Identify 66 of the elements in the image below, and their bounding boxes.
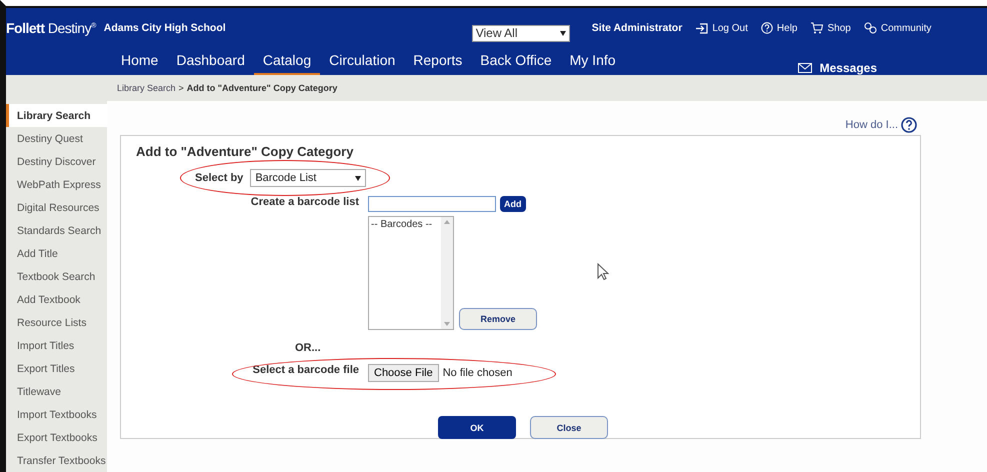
sidebar-item[interactable]: Import Titles [6, 334, 107, 357]
add-button[interactable]: Add [500, 196, 526, 212]
sidebar-item[interactable]: Transfer Textbooks [6, 449, 107, 472]
select-by-label: Select by [195, 172, 244, 184]
list-header: -- Barcodes -- [371, 219, 432, 230]
sidebar-item[interactable]: Library Search [6, 104, 107, 127]
sidebar-item[interactable]: Destiny Quest [6, 127, 107, 150]
sidebar-item[interactable]: Destiny Discover [6, 150, 107, 173]
choose-file-button[interactable]: Choose File [368, 364, 439, 382]
how-do-i-link[interactable]: How do I... [845, 119, 898, 131]
file-label: Select a barcode file [252, 364, 359, 378]
question-circle-icon[interactable] [901, 117, 917, 133]
circles-icon [864, 22, 877, 34]
header-link[interactable]: Shop [810, 22, 851, 34]
form-title: Add to "Adventure" Copy Category [136, 144, 354, 159]
sidebar-item[interactable]: Add Textbook [6, 288, 107, 311]
breadcrumb-link[interactable]: Library Search [117, 83, 176, 93]
header-link-label[interactable]: Shop [827, 22, 851, 34]
file-status: No file chosen [442, 367, 512, 379]
school-name: Adams City High School [104, 22, 226, 34]
sidebar-item[interactable]: Import Textbooks [6, 403, 107, 426]
scroll-down-icon[interactable] [444, 322, 450, 326]
envelope-icon[interactable] [798, 63, 812, 73]
remove-button[interactable]: Remove [459, 308, 537, 330]
messages-link[interactable]: Messages [820, 61, 877, 75]
header-link-label[interactable]: Community [880, 22, 932, 34]
sidebar-item[interactable]: Standards Search [6, 219, 107, 242]
header-link-label[interactable]: Help [776, 22, 798, 34]
ok-button[interactable]: OK [438, 416, 516, 439]
nav-tab[interactable]: Reports [404, 52, 472, 75]
nav-tab[interactable]: Dashboard [167, 52, 254, 75]
logo[interactable]: Follett Destiny$^{®}$ [6, 20, 96, 36]
nav-tab[interactable]: Back Office [471, 52, 561, 75]
scroll-up-icon[interactable] [444, 220, 450, 224]
cursor-icon [597, 263, 609, 281]
help-icon [760, 22, 773, 34]
sidebar-item[interactable]: Textbook Search [6, 265, 107, 288]
user-role: Site Administrator [592, 22, 682, 34]
sidebar-item[interactable]: Add Title [6, 242, 107, 265]
sidebar-item[interactable]: WebPath Express [6, 173, 107, 196]
barcode-input[interactable] [368, 196, 496, 212]
header-link[interactable]: Community [864, 22, 932, 34]
logout-icon [695, 22, 708, 34]
header-link[interactable]: Log Out [695, 22, 748, 34]
header-link-label[interactable]: Log Out [712, 22, 748, 34]
create-list-label: Create a barcode list [250, 196, 359, 210]
sidebar-item[interactable]: Digital Resources [6, 196, 107, 219]
or-label: OR... [295, 342, 321, 354]
nav-tab[interactable]: My Info [560, 52, 625, 75]
site-select[interactable]: View All [472, 24, 570, 42]
cart-icon [810, 22, 824, 34]
sidebar-item[interactable]: Resource Lists [6, 311, 107, 334]
sidebar-item[interactable]: Titlewave [6, 380, 107, 403]
breadcrumb-current: Add to "Adventure" Copy Category [186, 83, 338, 93]
dropdown-arrow-icon [560, 30, 566, 36]
dropdown-arrow-icon [355, 176, 362, 180]
scrollbar[interactable] [441, 217, 453, 329]
header-link[interactable]: Help [760, 22, 798, 34]
breadcrumb-separator: > [178, 83, 184, 93]
close-button[interactable]: Close [530, 416, 608, 439]
select-by-dropdown[interactable]: Barcode List [250, 169, 366, 187]
sidebar-item[interactable]: Export Textbooks [6, 426, 107, 449]
barcode-listbox[interactable]: -- Barcodes -- [368, 216, 454, 330]
nav-tab[interactable]: Home [112, 52, 168, 75]
sidebar-item[interactable]: Export Titles [6, 357, 107, 380]
nav-tab[interactable]: Circulation [320, 52, 404, 75]
